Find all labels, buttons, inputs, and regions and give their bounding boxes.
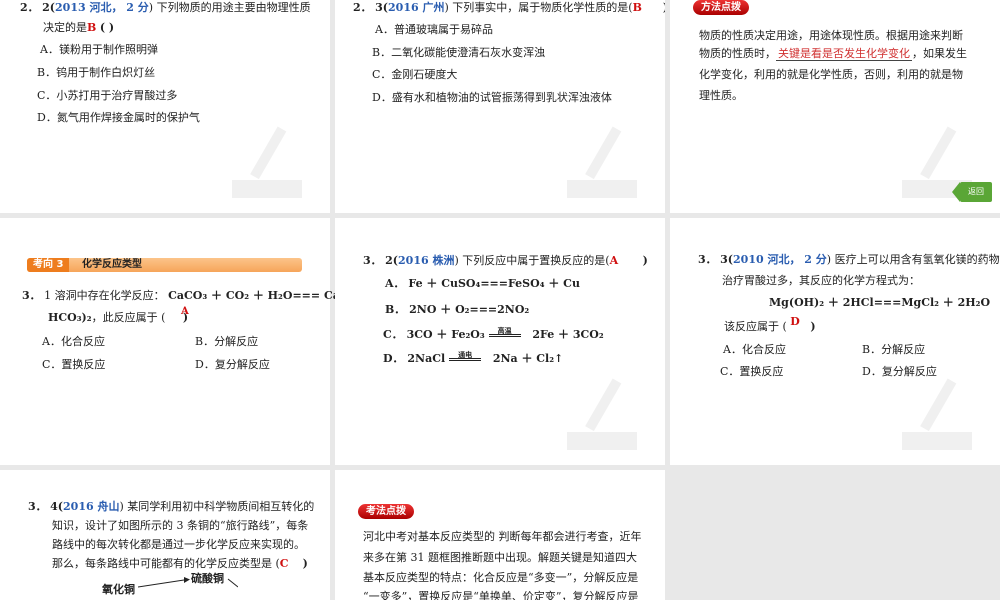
option-c: C．小苏打用于治疗胃酸过多 xyxy=(37,89,178,102)
question-source: 2013 河北， 2 分 xyxy=(55,1,149,14)
option-c: C．金刚石硬度大 xyxy=(372,68,458,81)
option-a: A．化合反应 xyxy=(723,343,786,356)
exam-tip-badge: 考法点拨 xyxy=(358,504,414,519)
option-d: D．盛有水和植物油的试管振荡得到乳状浑浊液体 xyxy=(372,91,612,104)
option-a: A． Fe ＋ CuSO₄===FeSO₄ ＋ Cu xyxy=(385,277,580,290)
slide-3[interactable]: 方法点拨 物质的性质决定用途，用途体现性质。根据用途来判断 物质的性质时， 关键是… xyxy=(670,0,1000,213)
option-a: A．镁粉用于制作照明弹 xyxy=(40,43,158,56)
answer-mark: A xyxy=(609,254,619,267)
option-b: B．分解反应 xyxy=(862,343,926,356)
slide-5[interactable]: 3． 2(2016 株洲) 下列反应中属于置换反应的是(A ) A． Fe ＋ … xyxy=(335,218,665,465)
section-title: 化学反应类型 xyxy=(82,259,142,270)
slide-2[interactable]: 2． 3(2016 广州) 下列事实中，属于物质化学性质的是(B ) A．普通玻… xyxy=(335,0,665,213)
slide-8[interactable]: 考法点拨 河北中考对基本反应类型的 判断每年都会进行考查，近年 来多在第 31 … xyxy=(335,470,665,600)
microscope-icon xyxy=(567,378,637,450)
microscope-icon xyxy=(902,378,972,450)
method-tip-badge: 方法点拨 xyxy=(693,0,749,15)
answer-mark: D xyxy=(790,315,800,328)
slide-6[interactable]: 3． 3(2010 河北， 2 分) 医疗上可以用含有氢氧化镁的药物 治疗胃酸过… xyxy=(670,218,1000,465)
answer-mark: A xyxy=(181,306,189,317)
option-d: D．氮气用作焊接金属时的保护气 xyxy=(37,111,200,124)
diagram-node-copper-oxide: 氧化铜 xyxy=(102,583,135,596)
chemical-equation: Mg(OH)₂ ＋ 2HCl===MgCl₂ ＋ 2H₂O xyxy=(769,296,991,309)
slide-7[interactable]: 3． 4(2016 舟山) 某同学利用初中科学物质间相互转化的 知识，设计了如图… xyxy=(0,470,330,600)
option-d: D．复分解反应 xyxy=(195,358,270,371)
option-c: C． 3CO ＋ Fe₂O₃ 高温 2Fe ＋ 3CO₂ xyxy=(383,325,604,342)
microscope-icon xyxy=(232,126,302,198)
answer-mark: C xyxy=(279,557,289,570)
answer-mark: B xyxy=(87,21,97,34)
option-b: B． 2NO ＋ O₂===2NO₂ xyxy=(385,303,530,316)
microscope-icon xyxy=(567,126,637,198)
fill-blank-answer: 关键是看是否发生化学变化 xyxy=(776,47,912,61)
answer-mark: B xyxy=(632,1,642,14)
option-d: D． 2NaCl 通电 2Na ＋ Cl₂↑ xyxy=(383,349,564,366)
slide-1[interactable]: 2． 2(2013 河北， 2 分) 下列物质的用途主要由物理性质 决定的是B … xyxy=(0,0,330,213)
option-b: B．钨用于制作白炽灯丝 xyxy=(37,66,156,79)
section-banner: 考向 3 化学反应类型 xyxy=(27,258,302,272)
option-c: C．置换反应 xyxy=(42,358,106,371)
diagram-node-copper-sulfate: 硫酸铜 xyxy=(191,572,224,585)
option-a: A．普通玻璃属于易碎品 xyxy=(375,23,493,36)
option-b: B．分解反应 xyxy=(195,335,259,348)
option-c: C．置换反应 xyxy=(720,365,784,378)
question-number: 2． xyxy=(20,1,39,14)
option-b: B．二氧化碳能使澄清石灰水变浑浊 xyxy=(372,46,546,59)
option-a: A．化合反应 xyxy=(42,335,105,348)
back-button[interactable]: 返回 xyxy=(952,182,992,202)
